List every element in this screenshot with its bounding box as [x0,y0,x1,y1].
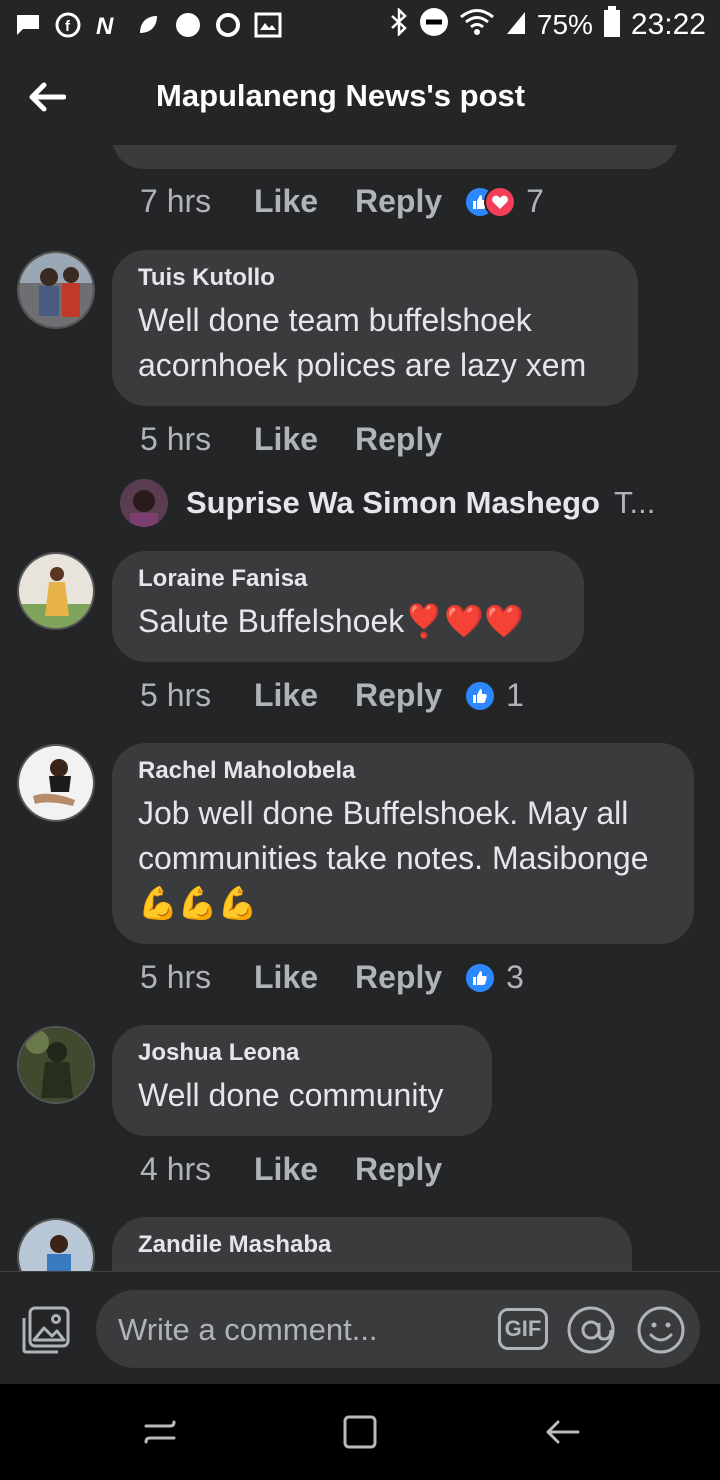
love-reaction-icon [484,185,517,218]
status-bar: f N 75% 23:22 [0,0,720,50]
reaction-count: 1 [506,677,524,713]
comments-feed[interactable]: 7 hrs Like Reply 7 Tuis Kutollo Well don… [0,145,720,1271]
comment-text: Well done team buffelshoek acornhoek pol… [138,302,587,383]
emoji-icon[interactable] [636,1305,686,1355]
reply-button[interactable]: Reply [355,421,442,458]
battery-icon [603,5,621,45]
wifi-icon [459,8,495,43]
comment-input[interactable]: Write a comment... GIF [96,1290,700,1368]
comment-bubble[interactable]: Joshua Leona Well done community [112,1025,492,1136]
comment-actions: 5 hrs Like Reply 1 [140,677,524,714]
comment-author[interactable]: Rachel Maholobela [138,757,668,785]
comment-text: Job well done Buffelshoek. May all commu… [138,795,649,921]
comment-placeholder: Write a comment... [118,1312,378,1347]
avatar [120,479,168,527]
like-button[interactable]: Like [254,421,355,458]
comment-bubble[interactable]: Zandile Mashaba [112,1217,632,1271]
like-button[interactable]: Like [254,1151,355,1188]
reply-button[interactable]: Reply [355,677,442,714]
svg-text:N: N [96,13,114,37]
reaction-summary[interactable]: 1 [464,677,524,714]
comment-author[interactable]: Zandile Mashaba [138,1231,606,1259]
system-nav-bar [0,1384,720,1480]
reply-button[interactable]: Reply [355,1151,442,1188]
comment-composer: Write a comment... GIF [0,1271,720,1384]
reaction-count: 7 [526,183,544,219]
bluetooth-icon [389,6,409,43]
post-header: Mapulaneng News's post [0,50,720,145]
comment-author[interactable]: Loraine Fanisa [138,565,558,593]
reaction-count: 3 [506,959,524,995]
signal-icon [505,8,527,43]
message-icon [14,11,42,39]
dnd-icon [419,7,449,44]
comment-actions: 5 hrs Like Reply 3 [140,959,524,996]
comment-bubble[interactable]: Tuis Kutollo Well done team buffelshoek … [112,250,638,406]
avatar[interactable] [17,251,95,329]
back-arrow-icon[interactable] [22,72,72,122]
comment-author[interactable]: Tuis Kutollo [138,264,612,292]
comment-time: 7 hrs [140,183,212,219]
comment-time: 5 hrs [140,421,212,457]
like-reaction-icon [464,679,497,712]
comment-bubble[interactable]: Rachel Maholobela Job well done Buffelsh… [112,743,694,944]
comment-actions: 4 hrs Like Reply [140,1151,442,1188]
reply-text-truncated: T... [613,485,656,520]
avatar[interactable] [17,1026,95,1104]
comment-time: 5 hrs [140,677,212,713]
reply-button[interactable]: Reply [355,959,442,996]
photo-icon[interactable] [20,1304,72,1356]
battery-percent: 75% [536,9,593,40]
comment-author[interactable]: Joshua Leona [138,1039,466,1067]
page-title: Mapulaneng News's post [156,78,526,113]
leaf-icon [134,11,162,39]
comment-time: 5 hrs [140,959,212,995]
reaction-summary[interactable]: 7 [464,183,544,220]
ring-icon [214,11,242,39]
reply-author: Suprise Wa Simon Mashego [186,485,600,520]
like-button[interactable]: Like [254,677,355,714]
facebook-icon: f [54,11,82,39]
like-button[interactable]: Like [254,959,355,996]
reply-preview[interactable]: Suprise Wa Simon Mashego T... [120,479,655,527]
mention-icon[interactable] [566,1305,616,1355]
avatar[interactable] [17,744,95,822]
cutoff-comment-bubble [112,145,678,169]
recent-apps-icon[interactable] [140,1412,180,1452]
reaction-summary[interactable]: 3 [464,959,524,996]
comment-bubble[interactable]: Loraine Fanisa Salute Buffelshoek❣️❤️❤️ [112,551,584,662]
home-icon[interactable] [340,1412,380,1452]
clock: 23:22 [630,8,706,41]
avatar[interactable] [17,552,95,630]
comment-text: Well done community [138,1077,444,1113]
comment-actions: 7 hrs Like Reply 7 [140,183,544,220]
news-icon: N [94,11,122,39]
gif-button[interactable]: GIF [498,1308,548,1350]
comment-text: Salute Buffelshoek❣️❤️❤️ [138,603,524,639]
back-nav-icon[interactable] [542,1412,582,1452]
comment-time: 4 hrs [140,1151,212,1187]
svg-text:f: f [65,18,71,35]
reply-button[interactable]: Reply [355,183,442,220]
circle-icon [174,11,202,39]
gallery-icon [254,11,282,39]
avatar[interactable] [17,1218,95,1271]
like-reaction-icon [464,961,497,994]
comment-actions: 5 hrs Like Reply [140,421,442,458]
like-button[interactable]: Like [254,183,355,220]
